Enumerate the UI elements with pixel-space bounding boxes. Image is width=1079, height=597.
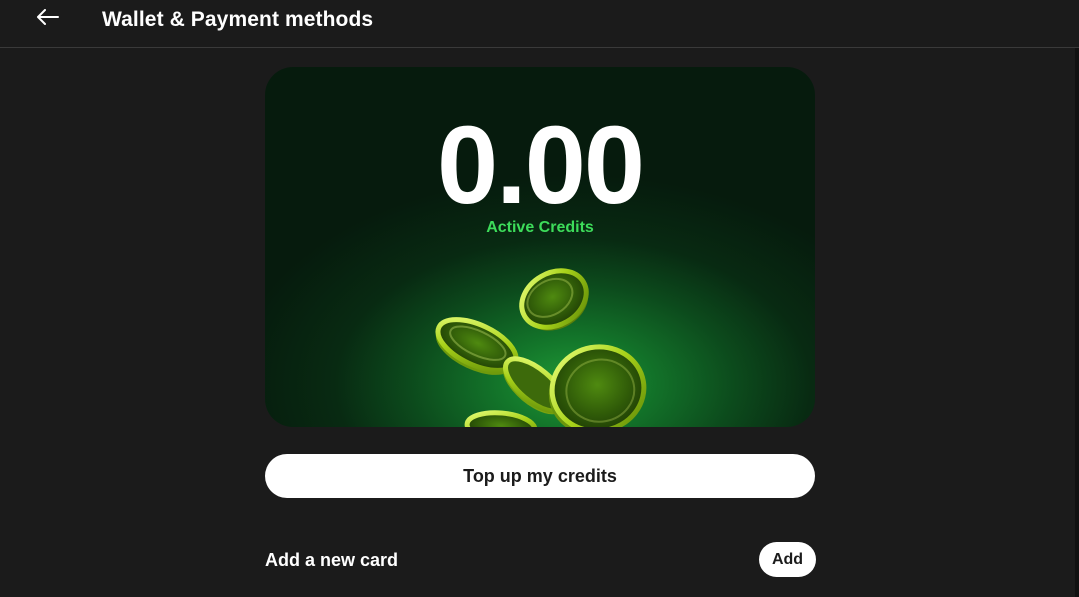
credits-value: 0.00 [436, 104, 645, 227]
back-button[interactable] [30, 4, 66, 34]
credits-label: Active Credits [486, 219, 594, 236]
scrollbar[interactable] [1075, 48, 1079, 597]
credits-card: 0.00 Active Credits [265, 67, 815, 427]
add-card-label: Add a new card [265, 550, 399, 570]
top-bar: Wallet & Payment methods [0, 0, 1079, 48]
page-title: Wallet & Payment methods [102, 8, 374, 31]
top-up-credits-button[interactable]: Top up my credits [265, 454, 815, 498]
add-card-button[interactable]: Add [759, 542, 816, 577]
arrow-left-icon [36, 8, 60, 30]
